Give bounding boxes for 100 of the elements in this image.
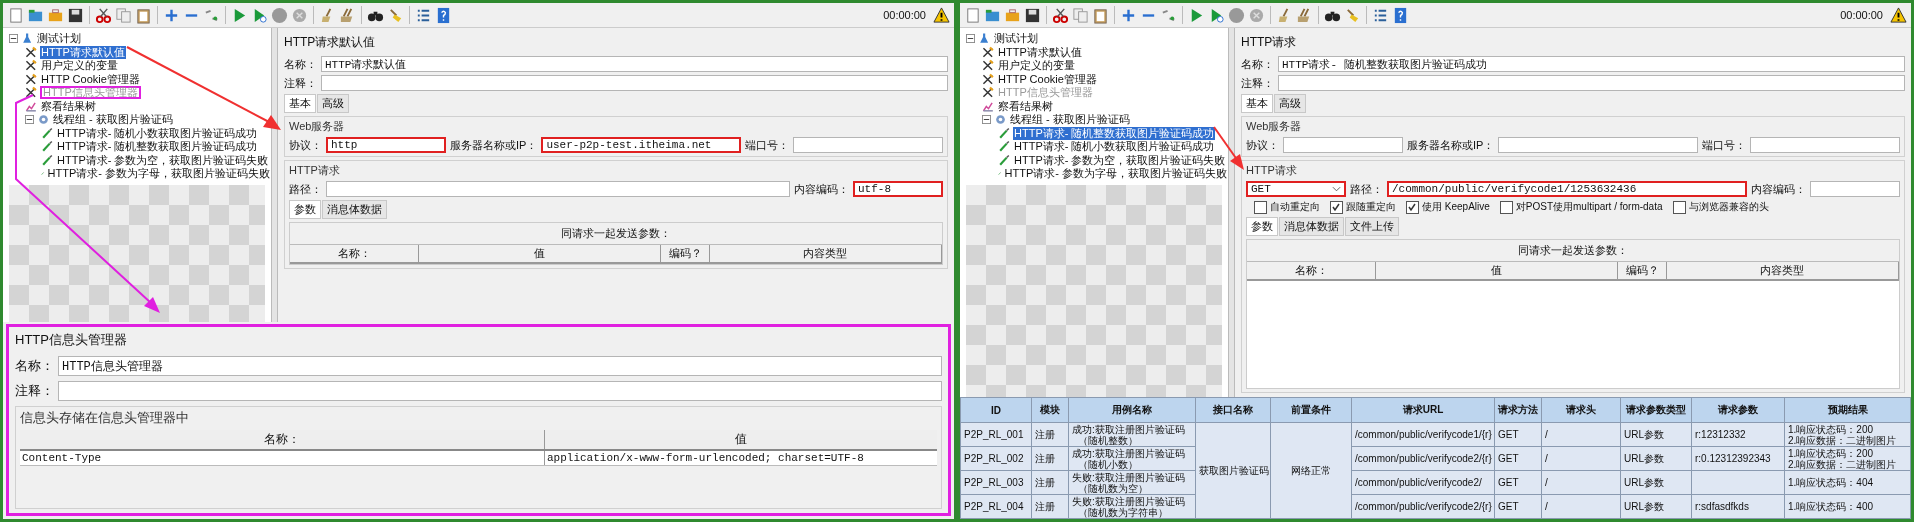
tab[interactable]: 消息体数据	[1279, 217, 1344, 236]
tree-item[interactable]: HTTP请求默认值	[997, 45, 1083, 59]
checkbox-option[interactable]: 对POST使用multipart / form-data	[1499, 200, 1663, 214]
tree-item[interactable]: HTTP请求默认值	[40, 45, 126, 59]
checkbox-option[interactable]: 使用 KeepAlive	[1406, 200, 1490, 214]
tab[interactable]: 基本	[1241, 94, 1273, 113]
tab[interactable]: 高级	[1274, 94, 1306, 113]
tree-item[interactable]: HTTP请求- 随机小数获取图片验证码成功	[56, 126, 259, 140]
tree-item[interactable]: HTTP请求- 随机整数获取图片验证码成功	[1013, 126, 1216, 140]
encoding-field[interactable]: utf-8	[853, 181, 943, 197]
tab[interactable]: 消息体数据	[322, 200, 387, 219]
checkbox[interactable]	[1499, 200, 1513, 214]
table-cell: 成功:获取注册图片验证码 （随机整数）	[1068, 422, 1196, 447]
clipboard-icon[interactable]	[135, 6, 152, 24]
column-header[interactable]: 名称：	[1247, 262, 1377, 279]
checkbox[interactable]	[1672, 200, 1686, 214]
column-header[interactable]: 值	[419, 245, 662, 262]
checkbox[interactable]	[1254, 200, 1267, 214]
tree-item[interactable]: HTTP Cookie管理器	[40, 72, 141, 86]
field-label: 协议：	[289, 137, 322, 153]
crossed-tools-icon	[982, 72, 995, 86]
column-header[interactable]: 编码？	[1618, 262, 1667, 279]
tree-item[interactable]: 线程组 - 获取图片验证码	[1009, 113, 1131, 127]
collapse-icon[interactable]	[966, 34, 975, 44]
scissors-icon[interactable]	[95, 6, 112, 24]
tree-item[interactable]: HTTP请求- 随机小数获取图片验证码成功	[1013, 140, 1216, 154]
panel-title: HTTP请求默认值	[284, 34, 377, 51]
crossed-tools-icon	[982, 86, 995, 100]
comment-field[interactable]	[58, 381, 942, 401]
column-header: 请求方法	[1494, 397, 1542, 423]
document-icon[interactable]	[7, 6, 24, 24]
tree-item[interactable]: 用户定义的变量	[997, 59, 1076, 73]
input-field[interactable]	[1283, 137, 1403, 153]
checkbox[interactable]	[1406, 200, 1419, 214]
tree-item[interactable]: 用户定义的变量	[40, 59, 119, 73]
column-header[interactable]: 值	[545, 430, 937, 449]
warning-icon[interactable]	[933, 6, 950, 24]
tree-item[interactable]: 察看结果树	[997, 99, 1054, 113]
document-icon[interactable]	[964, 6, 981, 24]
encoding-field[interactable]	[1810, 181, 1900, 197]
checkbox[interactable]	[1330, 200, 1343, 214]
stop-icon[interactable]	[1228, 6, 1245, 24]
method-dropdown[interactable]: GET	[1246, 181, 1346, 197]
stop-icon[interactable]	[271, 6, 288, 24]
tree-item[interactable]: 测试计划	[993, 32, 1039, 46]
tree-item[interactable]: 测试计划	[36, 32, 82, 46]
column-header[interactable]: 值	[1376, 262, 1619, 279]
path-field[interactable]	[326, 181, 790, 197]
pipette-icon	[41, 140, 54, 154]
tree-item[interactable]: 线程组 - 获取图片验证码	[52, 113, 174, 127]
name-field[interactable]: HTTP信息头管理器	[58, 356, 942, 376]
help-icon[interactable]	[435, 6, 452, 24]
circle-x-icon[interactable]	[1248, 6, 1265, 24]
clipboard-icon[interactable]	[1092, 6, 1109, 24]
tree-item[interactable]: HTTP请求- 参数为字母，获取图片验证码失败	[1003, 167, 1228, 181]
input-field[interactable]: http	[326, 137, 446, 153]
path-field[interactable]: /common/public/verifycode1/1253632436	[1387, 181, 1747, 197]
collapse-icon[interactable]	[9, 34, 18, 44]
tree-item[interactable]: HTTP请求- 随机整数获取图片验证码成功	[56, 140, 259, 154]
input-field[interactable]: user-p2p-test.itheima.net	[541, 137, 741, 153]
tab[interactable]: 参数	[1246, 217, 1278, 236]
tree-item[interactable]: HTTP请求- 参数为空，获取图片验证码失败	[56, 153, 270, 167]
table-cell: /	[1541, 446, 1621, 471]
tab[interactable]: 文件上传	[1345, 217, 1399, 236]
warning-icon[interactable]	[1890, 6, 1907, 24]
input-field[interactable]	[1750, 137, 1900, 153]
field-label: 端口号：	[745, 137, 789, 153]
crossed-tools-icon	[982, 59, 995, 73]
collapse-icon[interactable]	[25, 115, 34, 125]
circle-x-icon[interactable]	[291, 6, 308, 24]
tab[interactable]: 参数	[289, 200, 321, 219]
checkbox-option[interactable]: 跟随重定向	[1330, 200, 1396, 214]
tree-item[interactable]: HTTP请求- 参数为字母，获取图片验证码失败	[46, 167, 271, 181]
checkbox-option[interactable]: 与浏览器兼容的头	[1672, 200, 1769, 214]
name-field[interactable]: HTTP请求默认值	[321, 56, 948, 72]
input-field[interactable]	[793, 137, 943, 153]
checkbox-option[interactable]: 自动重定向	[1254, 200, 1320, 214]
flask-icon	[978, 32, 991, 46]
input-field[interactable]	[1498, 137, 1698, 153]
tab[interactable]: 基本	[284, 94, 316, 113]
pipette-icon	[998, 140, 1011, 154]
comment-field[interactable]	[321, 75, 948, 91]
help-icon[interactable]	[1392, 6, 1409, 24]
table-cell: P2P_RL_002	[960, 446, 1032, 471]
scissors-icon[interactable]	[1052, 6, 1069, 24]
column-header[interactable]: 名称：	[20, 430, 545, 449]
comment-field[interactable]	[1278, 75, 1905, 91]
pipette-icon	[41, 126, 54, 140]
column-header[interactable]: 内容类型	[709, 245, 942, 262]
tree-item[interactable]: HTTP请求- 参数为空，获取图片验证码失败	[1013, 153, 1227, 167]
column-header[interactable]: 内容类型	[1666, 262, 1899, 279]
column-header[interactable]: 编码？	[661, 245, 710, 262]
field-label: 注释：	[1241, 75, 1274, 91]
tree-item[interactable]: 察看结果树	[40, 99, 97, 113]
group-title: Web服务器	[1246, 119, 1303, 134]
collapse-icon[interactable]	[982, 115, 991, 125]
column-header[interactable]: 名称：	[290, 245, 420, 262]
tab[interactable]: 高级	[317, 94, 349, 113]
name-field[interactable]: HTTP请求- 随机整数获取图片验证码成功	[1278, 56, 1905, 72]
tree-item[interactable]: HTTP Cookie管理器	[997, 72, 1098, 86]
